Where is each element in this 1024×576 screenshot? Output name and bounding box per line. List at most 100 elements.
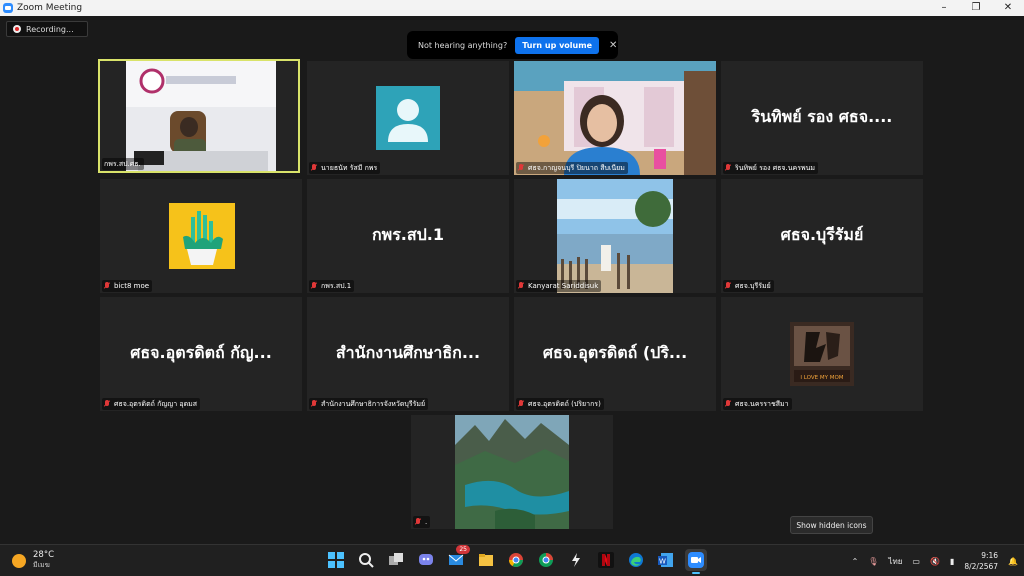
windows-start-icon[interactable]	[325, 549, 347, 571]
muted-mic-icon	[104, 282, 110, 290]
avatar-icon	[376, 86, 440, 150]
volume-muted-icon[interactable]: 🔇	[930, 557, 940, 566]
video-tile[interactable]: bict8 moe	[100, 179, 302, 293]
taskbar-apps: 25 W	[325, 545, 707, 574]
participant-label: ศธจ.กาญจนบุรี ปิยนาถ สืบเนียม	[516, 162, 628, 174]
participant-name: รินทิพย์ รอง ศธจ.นครพนม	[735, 163, 815, 172]
participant-label: สำนักงานศึกษาธิการจังหวัดบุรีรัมย์	[309, 398, 429, 410]
participant-name: กพร.สป.1	[321, 281, 352, 290]
recording-label: Recording...	[26, 24, 74, 34]
zoom-logo-icon	[3, 3, 13, 13]
notification-bell-icon[interactable]: 🔔	[1008, 557, 1018, 566]
video-tile[interactable]: ศธจ.บุรีรัมย์ ศธจ.บุรีรัมย์	[721, 179, 923, 293]
chat-icon[interactable]	[415, 549, 437, 571]
video-tile[interactable]: นายธนัท รัสมี กพร	[307, 61, 509, 175]
edge-icon[interactable]	[625, 549, 647, 571]
app-icon[interactable]	[565, 549, 587, 571]
participant-name: กพร.สป.ศธ.	[104, 159, 141, 168]
participant-name: ศธจ.อุตรดิตถ์ (ปริยากร)	[528, 399, 601, 408]
display-icon[interactable]: ▭	[912, 557, 920, 566]
participant-display-name: ศธจ.อุตรดิตถ์ กัญ...	[130, 343, 272, 362]
taskbar: 28°C มีเมฆ 25 W ⌃ 🎙 ไทย ▭ 🔇 ▮ 9:16 8/2/2…	[0, 544, 1024, 576]
participant-name: ศธจ.กาญจนบุรี ปิยนาถ สืบเนียม	[528, 163, 625, 172]
video-tile[interactable]: ศธจ.อุตรดิตถ์ (ปริ... ศธจ.อุตรดิตถ์ (ปริ…	[514, 297, 716, 411]
participant-name: .	[425, 518, 428, 526]
participant-label: ศธจ.บุรีรัมย์	[723, 280, 774, 292]
language-indicator[interactable]: ไทย	[888, 555, 902, 568]
muted-mic-icon	[518, 164, 524, 172]
maximize-button[interactable]: ❐	[960, 0, 992, 16]
video-tile[interactable]: กพร.สป.ศธ.	[98, 59, 300, 173]
participant-display-name: ศธจ.บุรีรัมย์	[780, 225, 864, 244]
muted-mic-icon	[725, 400, 731, 408]
system-tray: ⌃ 🎙 ไทย ▭ 🔇 ▮ 9:16 8/2/2567 🔔	[852, 549, 1018, 573]
video-tile[interactable]: กพร.สป.1 กพร.สป.1	[307, 179, 509, 293]
participant-label: Kanyarat Sariddisuk	[516, 280, 602, 292]
weather-desc: มีเมฆ	[33, 561, 50, 569]
lake-picture	[455, 415, 569, 529]
participant-name: ศธจ.นครราชสีมา	[735, 399, 789, 408]
title-bar: Zoom Meeting – ❐ ✕	[0, 0, 1024, 16]
close-button[interactable]: ✕	[992, 0, 1024, 16]
sun-icon	[12, 553, 26, 568]
office-video	[100, 61, 298, 171]
zoom-icon[interactable]	[685, 549, 707, 574]
participant-name: ศธจ.อุตรดิตถ์ กัญญา อุดมส	[114, 399, 198, 408]
mail-icon[interactable]: 25	[445, 545, 470, 571]
recording-indicator[interactable]: Recording...	[6, 21, 88, 37]
battery-icon[interactable]: ▮	[950, 557, 954, 566]
weather-widget[interactable]: 28°C มีเมฆ	[12, 550, 54, 571]
muted-mic-icon	[104, 400, 110, 408]
beach-picture	[557, 179, 673, 293]
participant-label: กพร.สป.1	[309, 280, 355, 292]
video-tile[interactable]: I LOVE MY MOM ศธจ.นครราชสีมา	[721, 297, 923, 411]
file-explorer-icon[interactable]	[475, 549, 497, 571]
participant-name: นายธนัท รัสมี กพร	[321, 163, 378, 172]
muted-mic-icon	[415, 518, 421, 526]
search-icon[interactable]	[355, 549, 377, 571]
participant-name: สำนักงานศึกษาธิการจังหวัดบุรีรัมย์	[321, 399, 426, 408]
participant-label: ศธจ.อุตรดิตถ์ (ปริยากร)	[516, 398, 604, 410]
record-icon	[13, 25, 21, 33]
window-controls: – ❐ ✕	[928, 0, 1024, 16]
participant-name: Kanyarat Sariddisuk	[528, 282, 599, 290]
chevron-up-icon[interactable]: ⌃	[852, 557, 859, 566]
participant-label: กพร.สป.ศธ.	[102, 158, 144, 170]
video-tile[interactable]: ศธจ.อุตรดิตถ์ กัญ... ศธจ.อุตรดิตถ์ กัญญา…	[100, 297, 302, 411]
video-tile[interactable]: ศธจ.กาญจนบุรี ปิยนาถ สืบเนียม	[514, 61, 716, 175]
svg-text:W: W	[659, 558, 666, 566]
chrome-icon[interactable]	[505, 549, 527, 571]
netflix-icon[interactable]	[595, 549, 617, 571]
minimize-button[interactable]: –	[928, 0, 960, 16]
notice-close-icon[interactable]: ✕	[609, 40, 617, 51]
clock-date: 8/2/2567	[964, 562, 999, 571]
muted-mic-icon	[725, 164, 731, 172]
task-view-icon[interactable]	[385, 549, 407, 571]
participant-display-name: ศธจ.อุตรดิตถ์ (ปริ...	[542, 343, 688, 362]
participant-display-name: สำนักงานศึกษาธิก...	[335, 343, 481, 362]
participant-name: ศธจ.บุรีรัมย์	[735, 281, 771, 290]
participant-name: bict8 moe	[114, 282, 150, 290]
microphone-icon[interactable]: 🎙	[868, 557, 878, 566]
show-hidden-icons-tooltip: Show hidden icons	[790, 516, 873, 534]
video-tile[interactable]: .	[411, 415, 613, 529]
participant-label: ศธจ.อุตรดิตถ์ กัญญา อุดมส	[102, 398, 201, 410]
muted-mic-icon	[311, 282, 317, 290]
participant-label: .	[413, 516, 431, 528]
turn-up-volume-button[interactable]: Turn up volume	[515, 36, 600, 54]
muted-mic-icon	[311, 164, 317, 172]
clock-time: 9:16	[981, 551, 999, 560]
word-icon[interactable]: W	[655, 549, 677, 571]
video-tile[interactable]: สำนักงานศึกษาธิก... สำนักงานศึกษาธิการจั…	[307, 297, 509, 411]
clock[interactable]: 9:16 8/2/2567	[964, 550, 998, 572]
muted-mic-icon	[518, 282, 524, 290]
tooltip-text: Show hidden icons	[796, 520, 867, 530]
chrome-profile-icon[interactable]	[535, 549, 557, 571]
muted-mic-icon	[725, 282, 731, 290]
poster-caption: I LOVE MY MOM	[800, 375, 843, 381]
video-tile[interactable]: Kanyarat Sariddisuk	[514, 179, 716, 293]
window-title: Zoom Meeting	[17, 3, 83, 13]
participant-label: ศธจ.นครราชสีมา	[723, 398, 792, 410]
audio-notice: Not hearing anything? Turn up volume ✕	[407, 31, 618, 59]
video-tile[interactable]: รินทิพย์ รอง ศธจ.... รินทิพย์ รอง ศธจ.นค…	[721, 61, 923, 175]
